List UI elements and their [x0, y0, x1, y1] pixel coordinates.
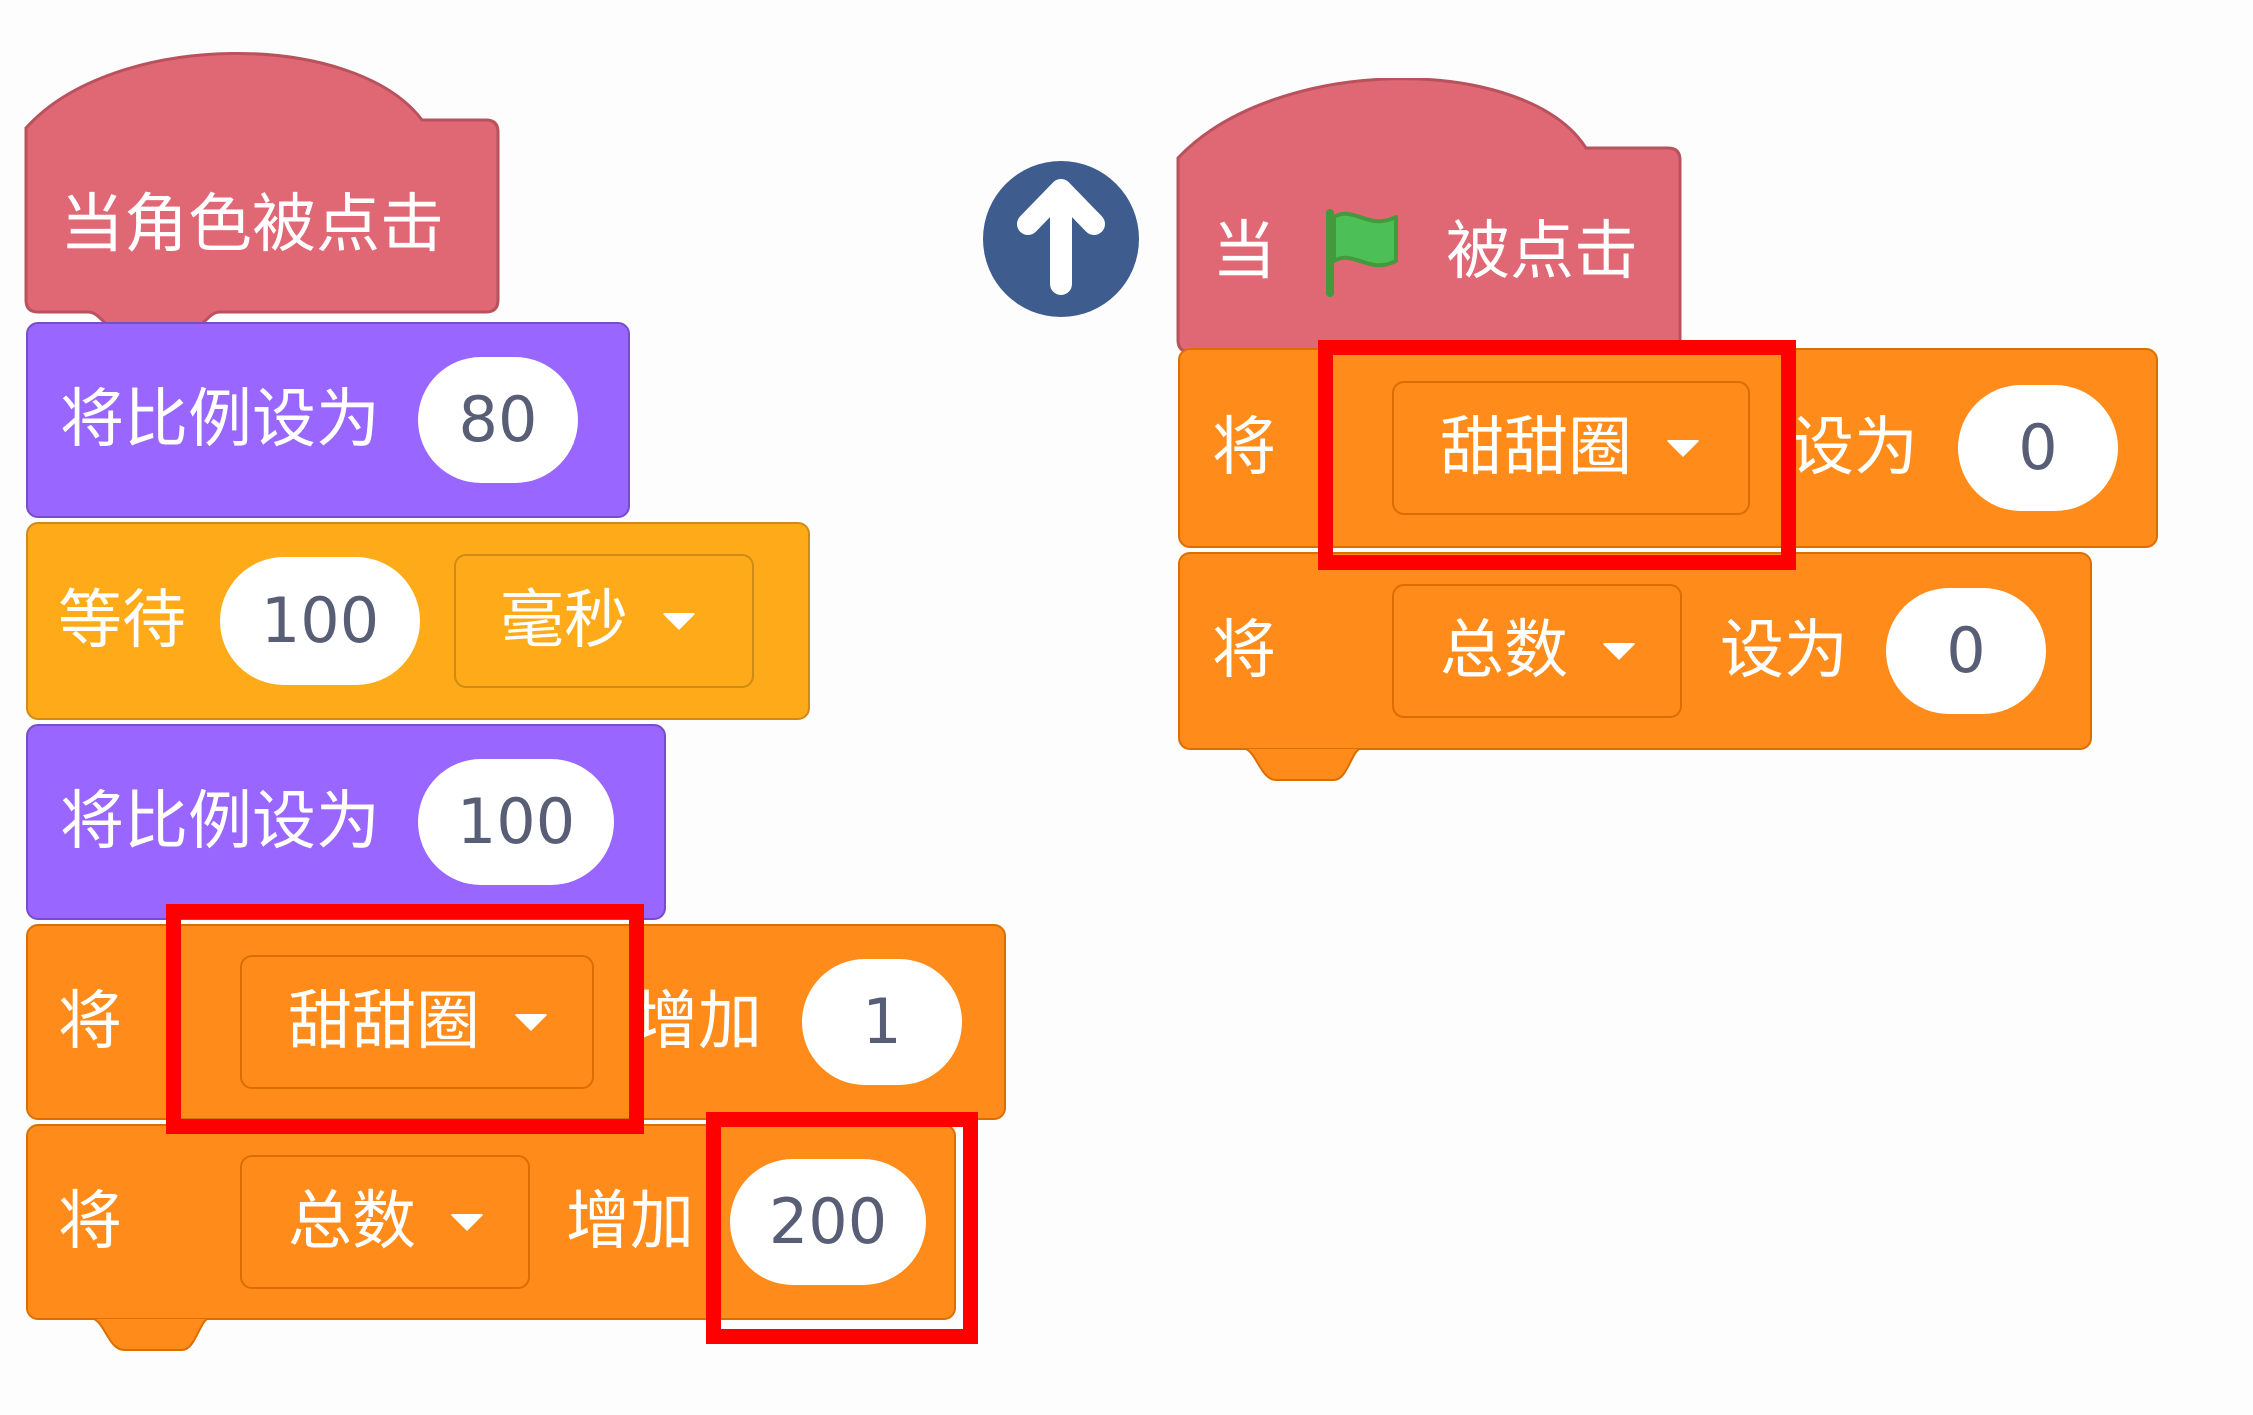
time-unit-dropdown[interactable]: 毫秒 — [454, 554, 754, 688]
change-action: 增加 — [566, 1185, 694, 1259]
variable-name: 总数 — [1440, 614, 1568, 688]
variable-dropdown-total[interactable]: 总数 — [1392, 584, 1682, 718]
wait-duration-input[interactable]: 100 — [220, 557, 420, 685]
hat-suffix: 被点击 — [1446, 215, 1638, 289]
change-value-input-200[interactable]: 200 — [730, 1159, 926, 1285]
wait-label: 等待 — [58, 584, 186, 658]
set-value-input-0[interactable]: 0 — [1886, 588, 2046, 714]
variable-dropdown-donut[interactable]: 甜甜圈 — [1392, 381, 1750, 515]
change-prefix: 将 — [58, 985, 122, 1059]
stack-bottom-notch — [90, 1318, 210, 1351]
change-donut-block[interactable]: 将 甜甜圈 增加 1 — [26, 924, 1006, 1120]
variable-name: 总数 — [288, 1185, 416, 1259]
set-action: 设为 — [1720, 614, 1848, 688]
set-donut-block[interactable]: 将 甜甜圈 设为 0 — [1178, 348, 2158, 548]
when-flag-clicked-label-row: 当 被点击 — [1212, 209, 1638, 297]
chevron-down-icon — [450, 1213, 484, 1231]
change-prefix: 将 — [58, 1185, 122, 1259]
scratch-code-area: 当角色被点击 将比例设为 80 等待 100 毫秒 将比例设为 100 将 甜甜… — [0, 0, 2253, 1415]
size-input-100[interactable]: 100 — [418, 759, 614, 885]
variable-name: 甜甜圈 — [1440, 411, 1632, 485]
chevron-down-icon — [1602, 642, 1636, 660]
hat-label: 当角色被点击 — [60, 188, 444, 262]
change-value-input-1[interactable]: 1 — [802, 959, 962, 1085]
set-value-input-0[interactable]: 0 — [1958, 385, 2118, 511]
chevron-down-icon — [662, 612, 696, 630]
variable-dropdown-donut[interactable]: 甜甜圈 — [240, 955, 594, 1089]
green-flag-icon — [1326, 209, 1398, 297]
stack-bottom-notch — [1242, 748, 1362, 781]
chevron-down-icon — [514, 1013, 548, 1031]
set-total-block[interactable]: 将 总数 设为 0 — [1178, 552, 2092, 750]
change-total-block[interactable]: 将 总数 增加 200 — [26, 1124, 956, 1320]
set-prefix: 将 — [1212, 614, 1276, 688]
chevron-down-icon — [1666, 439, 1700, 457]
set-size-block-2[interactable]: 将比例设为 100 — [26, 724, 666, 920]
arrow-up-circle-icon[interactable] — [982, 160, 1140, 318]
variable-dropdown-total[interactable]: 总数 — [240, 1155, 530, 1289]
size-input-80[interactable]: 80 — [418, 357, 578, 483]
change-action: 增加 — [634, 985, 762, 1059]
set-size-label: 将比例设为 — [60, 383, 380, 457]
set-size-block-1[interactable]: 将比例设为 80 — [26, 322, 630, 518]
set-action: 设为 — [1790, 411, 1918, 485]
when-sprite-clicked-label-row: 当角色被点击 — [60, 185, 444, 265]
set-size-label: 将比例设为 — [60, 785, 380, 859]
wait-block[interactable]: 等待 100 毫秒 — [26, 522, 810, 720]
time-unit-label: 毫秒 — [500, 584, 628, 658]
set-prefix: 将 — [1212, 411, 1276, 485]
variable-name: 甜甜圈 — [288, 985, 480, 1059]
hat-prefix: 当 — [1212, 215, 1276, 289]
